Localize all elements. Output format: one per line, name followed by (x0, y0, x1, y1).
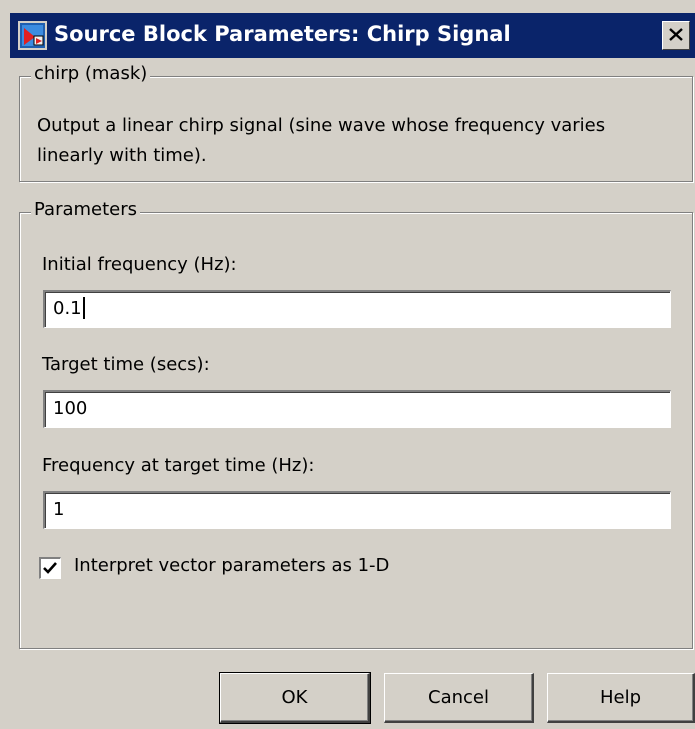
parameters-group (19, 212, 693, 649)
cancel-button[interactable]: Cancel (384, 673, 534, 723)
mask-description: Output a linear chirp signal (sine wave … (37, 115, 606, 166)
interpret-vector-label[interactable]: Interpret vector parameters as 1-D (74, 555, 389, 576)
help-button-label: Help (599, 687, 642, 708)
ok-button[interactable]: OK (219, 672, 371, 724)
initial-frequency-value: 0.1 (53, 298, 82, 319)
close-icon (669, 26, 683, 45)
frequency-at-target-value: 1 (53, 499, 65, 520)
target-time-input[interactable]: 100 (43, 390, 671, 428)
text-caret (82, 296, 85, 319)
parameters-group-legend: Parameters (31, 199, 141, 220)
mask-group-legend: chirp (mask) (31, 63, 151, 84)
simulink-block-icon (18, 21, 47, 50)
ok-button-label: OK (281, 687, 308, 708)
frequency-at-target-label: Frequency at target time (Hz): (42, 455, 315, 476)
initial-frequency-label: Initial frequency (Hz): (42, 254, 237, 275)
cancel-button-label: Cancel (428, 687, 489, 708)
dialog-window: Source Block Parameters: Chirp Signal ch… (0, 0, 695, 729)
target-time-value: 100 (53, 398, 88, 419)
target-time-label: Target time (secs): (42, 354, 210, 375)
frequency-at-target-input[interactable]: 1 (43, 491, 671, 529)
help-button[interactable]: Help (547, 673, 695, 723)
window-title: Source Block Parameters: Chirp Signal (54, 22, 511, 46)
interpret-vector-checkbox[interactable] (39, 557, 61, 579)
title-bar[interactable]: Source Block Parameters: Chirp Signal (10, 13, 695, 58)
close-button[interactable] (662, 21, 690, 50)
initial-frequency-input[interactable]: 0.1 (43, 290, 671, 328)
